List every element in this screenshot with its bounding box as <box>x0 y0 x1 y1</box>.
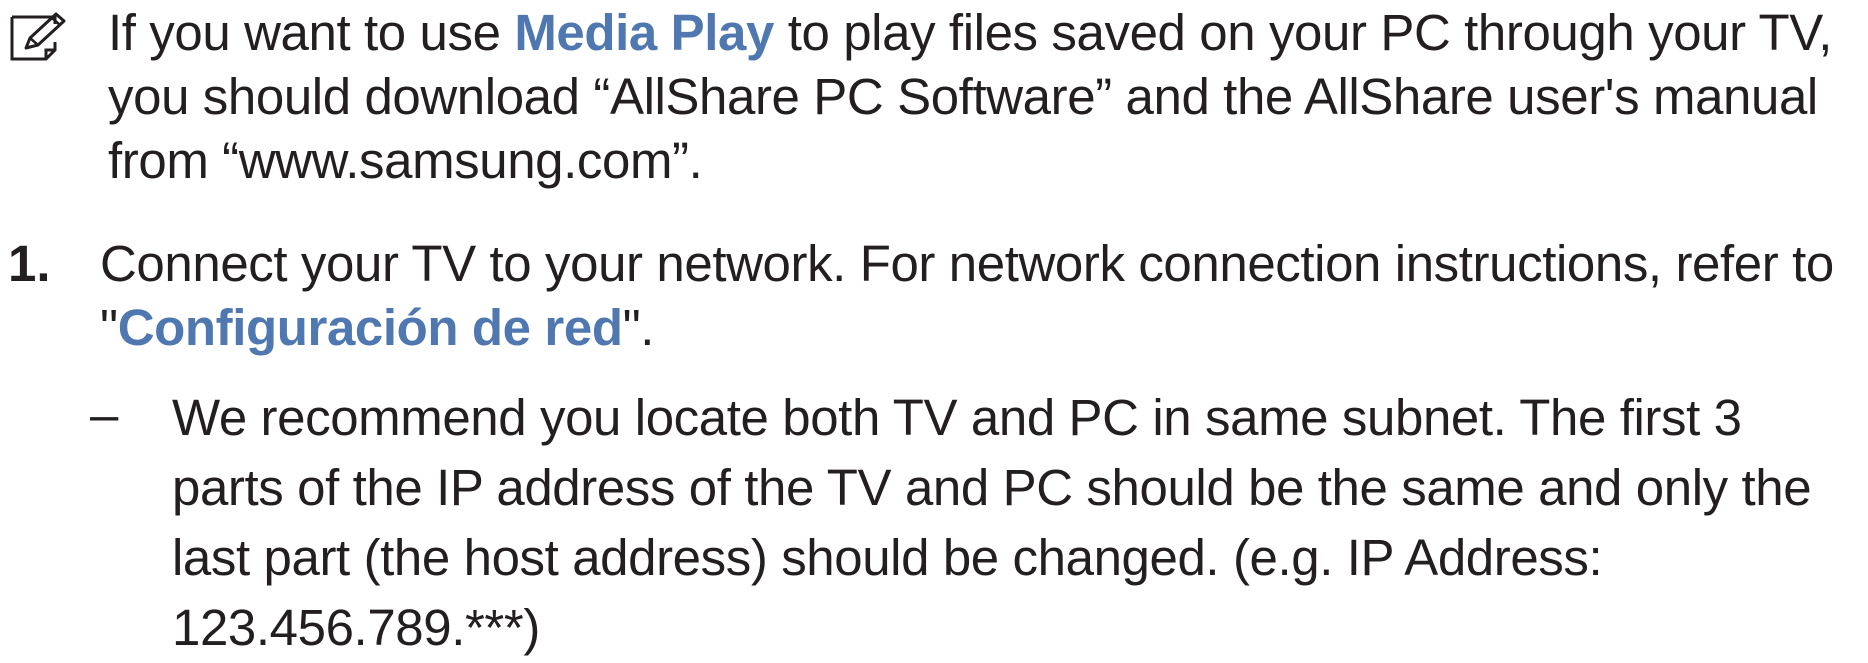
note-text: If you want to use Media Play to play fi… <box>108 1 1858 193</box>
media-play-link[interactable]: Media Play <box>514 4 774 61</box>
sub-item-text: We recommend you locate both TV and PC i… <box>172 389 1812 656</box>
step-text-after: ". <box>622 299 655 356</box>
sub-item-bullet: – <box>90 386 119 443</box>
note-pencil-icon <box>10 12 66 61</box>
step-text: Connect your TV to your network. For net… <box>100 232 1862 360</box>
step-number: 1. <box>8 235 51 292</box>
note-text-before: If you want to use <box>108 4 515 61</box>
network-config-link[interactable]: Configuración de red <box>118 299 623 356</box>
